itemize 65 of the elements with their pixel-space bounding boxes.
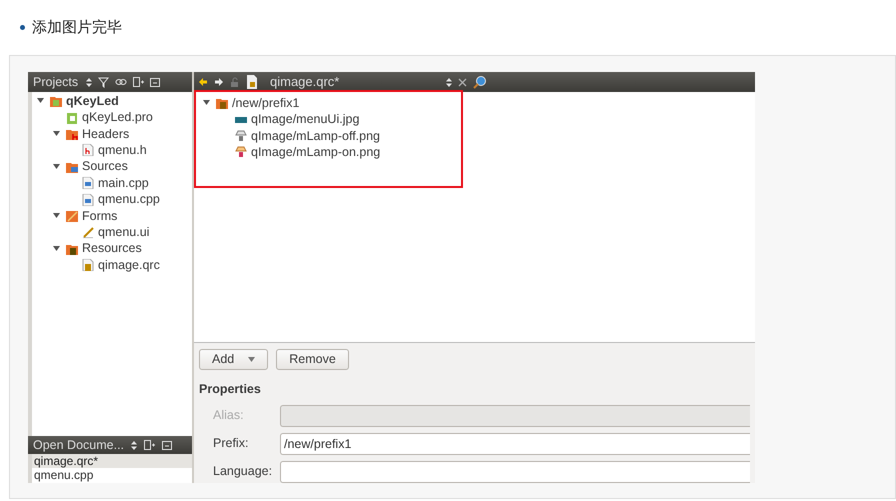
expand-arrow-icon[interactable] [52, 130, 62, 138]
expand-arrow-icon[interactable] [52, 212, 62, 220]
document-icon [246, 75, 258, 89]
close-pane-icon [162, 440, 172, 450]
section-title: Properties [199, 381, 262, 398]
link-icon [115, 77, 128, 87]
file-icon [82, 259, 94, 272]
tree-item[interactable]: qImage/menuUi.jpg [251, 110, 360, 129]
folder-icon [66, 210, 78, 222]
file-icon [82, 194, 94, 206]
tree-item[interactable]: Resources [82, 239, 142, 258]
filter-icon [98, 76, 110, 88]
magnifier-icon[interactable] [473, 75, 487, 89]
input-field[interactable] [280, 460, 750, 483]
sort-icon [446, 78, 452, 86]
lamp-icon [235, 130, 247, 142]
sort-icon [131, 440, 138, 450]
tree-item[interactable]: /new/prefix1 [232, 94, 300, 113]
tree-item[interactable]: qKeyLed [66, 92, 119, 111]
tree-item[interactable]: main.cpp [98, 174, 149, 193]
folder-icon [66, 128, 78, 140]
tree-item[interactable]: qmenu.ui [98, 222, 150, 242]
tree-item[interactable]: qImage/mLamp-on.png [251, 143, 380, 162]
sort-icon [86, 78, 92, 86]
tree-item[interactable]: Headers [82, 124, 130, 144]
folder-icon [50, 95, 62, 108]
close-pane-icon [150, 78, 160, 86]
field-label: Alias: [212, 407, 245, 424]
document-item[interactable]: qimage.qrc* [32, 454, 192, 468]
lamp-icon [235, 146, 247, 158]
document-title: qimage.qrc* [270, 73, 340, 92]
split-icon [144, 440, 156, 450]
document-item[interactable]: qmenu.cpp [32, 468, 192, 482]
file-icon [82, 144, 94, 156]
expand-arrow-icon[interactable] [202, 99, 212, 108]
tree-item[interactable]: qKeyLed.pro [82, 108, 153, 127]
tree-item[interactable]: Sources [82, 157, 128, 176]
expand-arrow-icon[interactable] [36, 97, 46, 106]
expand-arrow-icon[interactable] [52, 244, 62, 253]
folder-icon [66, 242, 78, 255]
tree-item[interactable]: qmenu.h [98, 141, 147, 160]
panel-title: Projects [33, 74, 78, 91]
forward-icon[interactable] [214, 77, 224, 87]
pencil-icon [82, 226, 94, 238]
tree-item[interactable]: Forms [82, 206, 118, 226]
lock-icon [230, 77, 240, 87]
toolbar-button[interactable]: Remove [276, 349, 349, 370]
bullet-text: 添加图片完毕 [32, 17, 122, 38]
back-icon[interactable] [198, 77, 208, 87]
panel-title: Open Docume... [33, 436, 124, 454]
file-icon [66, 112, 78, 124]
tree-item[interactable]: qmenu.cpp [98, 190, 160, 209]
split-icon [133, 77, 144, 87]
bullet-icon [20, 25, 25, 30]
tree-item[interactable]: qImage/mLamp-off.png [251, 126, 380, 146]
folder-icon [66, 160, 78, 173]
folder-icon [216, 97, 228, 110]
file-icon [82, 177, 94, 190]
close-icon[interactable] [458, 78, 467, 86]
input-field[interactable]: /new/prefix1 [280, 432, 750, 455]
field-label: Language: [212, 463, 274, 480]
expand-arrow-icon[interactable] [52, 162, 62, 171]
toolbar-button[interactable]: Add [199, 349, 268, 370]
tree-item[interactable]: qimage.qrc [98, 256, 160, 274]
field-label: Prefix: [212, 435, 250, 452]
